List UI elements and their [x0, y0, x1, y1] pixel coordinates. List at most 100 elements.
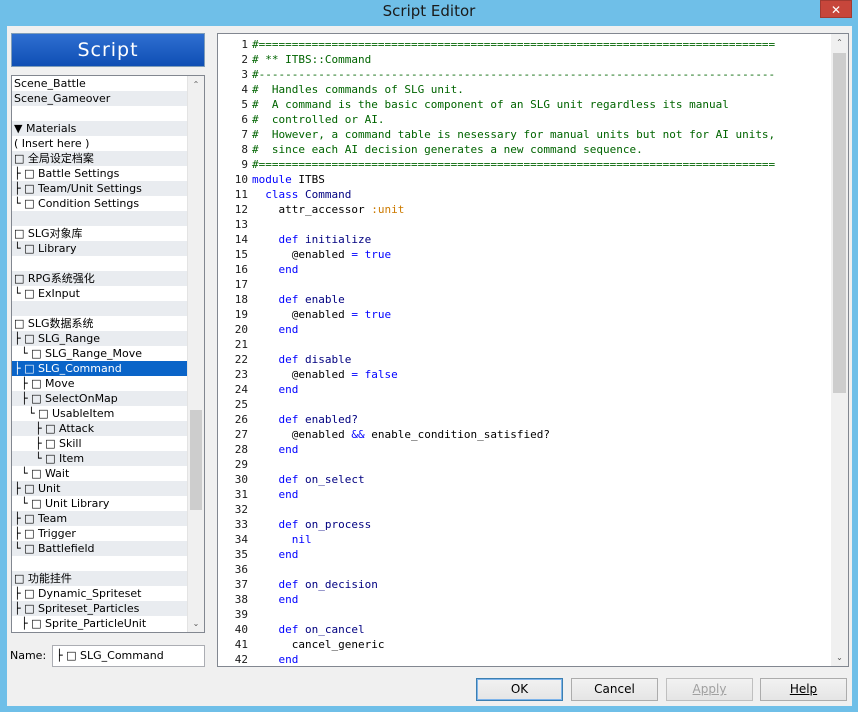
code-line[interactable]: 26 def enabled? [218, 412, 830, 427]
code-line[interactable]: 23 @enabled = false [218, 367, 830, 382]
script-list-item[interactable]: □ 全局设定档案 [12, 151, 188, 166]
code-line[interactable]: 37 def on_decision [218, 577, 830, 592]
code-line[interactable]: 35 end [218, 547, 830, 562]
script-list-spacer[interactable] [12, 256, 188, 271]
code-line[interactable]: 6 # controlled or AI. [218, 112, 830, 127]
script-list-item[interactable]: ├ □ SLG_Command [12, 361, 188, 376]
script-list-item[interactable]: Scene_Battle [12, 76, 188, 91]
script-list-item[interactable]: ├ □ Dynamic_Spriteset [12, 586, 188, 601]
apply-button[interactable]: Apply [666, 678, 753, 701]
script-list-item[interactable]: └ □ SLG_Range_Move [12, 346, 188, 361]
script-list-item[interactable]: □ RPG系统强化 [12, 271, 188, 286]
scroll-down-icon[interactable]: ⌄ [831, 649, 848, 666]
script-list-item[interactable]: ├ □ Battle Settings [12, 166, 188, 181]
code-line[interactable]: 19 @enabled = true [218, 307, 830, 322]
cancel-button[interactable]: Cancel [571, 678, 658, 701]
script-list-spacer[interactable] [12, 106, 188, 121]
script-list-item[interactable]: □ SLG对象库 [12, 226, 188, 241]
code-line[interactable]: 38 end [218, 592, 830, 607]
editor-scrollbar[interactable]: ⌃ ⌄ [831, 34, 848, 666]
script-list-spacer[interactable] [12, 211, 188, 226]
script-list-scrollbar[interactable]: ⌃ ⌄ [187, 76, 204, 632]
code-line[interactable]: 16 end [218, 262, 830, 277]
script-list-item[interactable]: └ □ Unit Library [12, 496, 188, 511]
script-list-item[interactable]: ├ □ Attack [12, 421, 188, 436]
script-list-spacer[interactable] [12, 301, 188, 316]
code-line[interactable]: 4 # Handles commands of SLG unit. [218, 82, 830, 97]
script-list-item[interactable]: ▼ Materials [12, 121, 188, 136]
code-line[interactable]: 31 end [218, 487, 830, 502]
code-line[interactable]: 10 module ITBS [218, 172, 830, 187]
code-line[interactable]: 9 #======================================… [218, 157, 830, 172]
scroll-up-icon[interactable]: ⌃ [831, 34, 848, 51]
code-line[interactable]: 12 attr_accessor :unit [218, 202, 830, 217]
script-list[interactable]: Scene_Battle Scene_Gameover ▼ Materials( I… [11, 75, 205, 633]
code-line[interactable]: 21 [218, 337, 830, 352]
scroll-down-icon[interactable]: ⌄ [188, 615, 204, 632]
help-button[interactable]: Help [760, 678, 847, 701]
code-line[interactable]: 25 [218, 397, 830, 412]
code-line[interactable]: 34 nil [218, 532, 830, 547]
scroll-thumb[interactable] [833, 53, 846, 393]
code-line[interactable]: 7 # However, a command table is nesessary… [218, 127, 830, 142]
script-list-item[interactable]: └ □ Condition Settings [12, 196, 188, 211]
script-list-item[interactable]: Scene_Gameover [12, 91, 188, 106]
script-list-item[interactable]: ├ □ Sprite_ParticleUnit [12, 616, 188, 631]
name-input[interactable]: ├ □ SLG_Command [52, 645, 205, 667]
code-line[interactable]: 30 def on_select [218, 472, 830, 487]
script-list-item[interactable]: ( Insert here ) [12, 136, 188, 151]
script-list-item[interactable]: ├ □ SelectOnMap [12, 391, 188, 406]
code-line[interactable]: 33 def on_process [218, 517, 830, 532]
code-line[interactable]: 24 end [218, 382, 830, 397]
code-line[interactable]: 13 [218, 217, 830, 232]
script-list-item[interactable]: └ □ Item [12, 451, 188, 466]
code-token: end [252, 488, 299, 501]
code-line[interactable]: 22 def disable [218, 352, 830, 367]
script-list-item[interactable]: └ □ ExInput [12, 286, 188, 301]
script-list-item[interactable]: ├ □ Trigger [12, 526, 188, 541]
script-list-item[interactable]: └ □ Library [12, 241, 188, 256]
code-line[interactable]: 41 cancel_generic [218, 637, 830, 652]
script-list-item[interactable]: ├ □ SLG_Range [12, 331, 188, 346]
script-list-item[interactable]: ├ □ Spriteset_Particles [12, 601, 188, 616]
scroll-up-icon[interactable]: ⌃ [188, 76, 204, 93]
script-list-item[interactable]: ├ □ Skill [12, 436, 188, 451]
script-list-spacer[interactable] [12, 556, 188, 571]
script-list-item[interactable]: └ □ UsableItem [12, 406, 188, 421]
code-line[interactable]: 2 # ** ITBS::Command [218, 52, 830, 67]
script-list-item[interactable]: ├ □ Team [12, 511, 188, 526]
code-line[interactable]: 27 @enabled && enable_condition_satisfie… [218, 427, 830, 442]
code-line[interactable]: 42 end [218, 652, 830, 666]
script-list-item[interactable]: □ 功能挂件 [12, 571, 188, 586]
script-list-item[interactable]: └ □ Battlefield [12, 541, 188, 556]
code-line[interactable]: 18 def enable [218, 292, 830, 307]
code-line[interactable]: 8 # since each AI decision generates a ne… [218, 142, 830, 157]
code-line[interactable]: 29 [218, 457, 830, 472]
code-line[interactable]: 20 end [218, 322, 830, 337]
code-token: end [252, 443, 299, 456]
script-list-item[interactable]: □ SLG数据系统 [12, 316, 188, 331]
code-line[interactable]: 11 class Command [218, 187, 830, 202]
code-line[interactable]: 40 def on_cancel [218, 622, 830, 637]
code-line[interactable]: 36 [218, 562, 830, 577]
script-list-item[interactable]: ├ □ Team/Unit Settings [12, 181, 188, 196]
code-editor[interactable]: 1 #======================================… [217, 33, 849, 667]
line-number: 12 [234, 203, 248, 216]
script-list-item[interactable]: ├ □ Unit [12, 481, 188, 496]
code-line[interactable]: 3 #--------------------------------------… [218, 67, 830, 82]
code-line[interactable]: 14 def initialize [218, 232, 830, 247]
script-list-item[interactable]: ├ □ Move [12, 376, 188, 391]
close-button[interactable]: ✕ [820, 0, 852, 18]
code-line[interactable]: 17 [218, 277, 830, 292]
code-line[interactable]: 32 [218, 502, 830, 517]
code-line[interactable]: 28 end [218, 442, 830, 457]
code-line[interactable]: 15 @enabled = true [218, 247, 830, 262]
code-line[interactable]: 1 #======================================… [218, 37, 830, 52]
code-line[interactable]: 5 # A command is the basic component of a… [218, 97, 830, 112]
code-token: cancel_generic [252, 638, 385, 651]
code-line[interactable]: 39 [218, 607, 830, 622]
script-list-item[interactable]: └ □ Wait [12, 466, 188, 481]
scroll-thumb[interactable] [190, 410, 202, 510]
line-number: 2 [241, 53, 248, 66]
ok-button[interactable]: OK [476, 678, 563, 701]
